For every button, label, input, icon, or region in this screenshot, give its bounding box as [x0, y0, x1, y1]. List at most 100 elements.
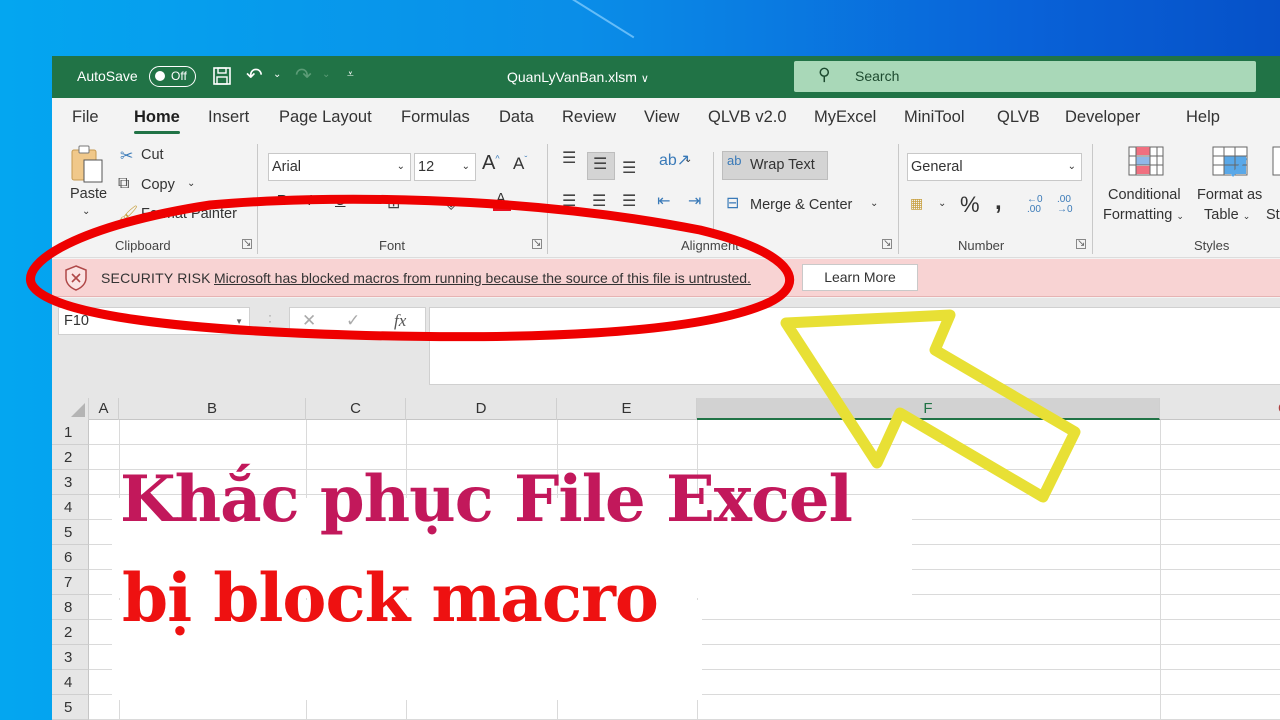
- row-header[interactable]: 3: [52, 470, 89, 495]
- number-launcher-icon[interactable]: ↘: [1076, 239, 1086, 249]
- insert-function-icon[interactable]: fx: [394, 311, 406, 331]
- column-header-g[interactable]: G: [1160, 398, 1280, 420]
- font-group-label: Font: [379, 238, 406, 253]
- alignment-launcher-icon[interactable]: ↘: [882, 239, 892, 249]
- undo-dropdown-icon[interactable]: ⌄: [273, 69, 281, 80]
- paste-button[interactable]: Paste: [70, 186, 107, 202]
- conditional-formatting-line1[interactable]: Conditional: [1108, 187, 1181, 203]
- search-icon: ⚲: [818, 65, 831, 84]
- row-header[interactable]: 2: [52, 620, 89, 645]
- tab-file[interactable]: File: [72, 108, 99, 127]
- tab-page-layout[interactable]: Page Layout: [279, 108, 372, 127]
- row-header[interactable]: 3: [52, 645, 89, 670]
- learn-more-button[interactable]: Learn More: [802, 264, 918, 291]
- redo-icon[interactable]: ↷: [295, 66, 312, 86]
- merge-center-button[interactable]: Merge & Center: [750, 197, 852, 213]
- tab-minitool[interactable]: MiniTool: [904, 108, 965, 127]
- column-header-f[interactable]: F: [697, 398, 1160, 420]
- redo-dropdown-icon[interactable]: ⌄: [322, 69, 330, 80]
- cancel-icon[interactable]: ✕: [302, 311, 316, 331]
- number-format-dropdown[interactable]: General ⌄: [907, 153, 1082, 181]
- italic-button[interactable]: I: [308, 193, 312, 209]
- customize-toolbar-icon[interactable]: ⩡: [347, 67, 354, 82]
- column-header-b[interactable]: B: [119, 398, 306, 420]
- tab-home[interactable]: Home: [134, 108, 180, 134]
- search-box[interactable]: ⚲ Search: [794, 61, 1256, 92]
- format-as-table-line2[interactable]: Table ⌄: [1204, 207, 1250, 223]
- formula-bar-resize-handle[interactable]: · · ·: [268, 309, 272, 333]
- row-header[interactable]: 2: [52, 445, 89, 470]
- merge-dropdown-icon[interactable]: ⌄: [870, 198, 878, 209]
- font-name-dropdown[interactable]: Arial ⌄: [268, 153, 411, 181]
- group-separator: [257, 144, 258, 254]
- enter-icon[interactable]: ✓: [346, 311, 360, 331]
- tab-developer[interactable]: Developer: [1065, 108, 1140, 127]
- row-header[interactable]: 5: [52, 695, 89, 720]
- align-left-icon[interactable]: ☰: [562, 191, 576, 211]
- decrease-font-size-button[interactable]: Aˇ: [513, 154, 527, 174]
- copy-button[interactable]: Copy: [141, 177, 175, 193]
- tab-qlvb[interactable]: QLVB: [997, 108, 1040, 127]
- align-center-icon[interactable]: ☰: [592, 191, 606, 211]
- name-box[interactable]: F10 ▼: [58, 307, 250, 335]
- tab-formulas[interactable]: Formulas: [401, 108, 470, 127]
- increase-font-size-button[interactable]: A^: [482, 152, 500, 175]
- cell-styles-button[interactable]: St: [1266, 207, 1280, 223]
- file-name[interactable]: QuanLyVanBan.xlsm ∨: [507, 69, 649, 85]
- align-bottom-icon[interactable]: ☰: [622, 158, 636, 178]
- font-color-button[interactable]: A: [493, 191, 511, 211]
- row-header[interactable]: 4: [52, 495, 89, 520]
- font-size-dropdown[interactable]: 12 ⌄: [414, 153, 476, 181]
- conditional-formatting-line2[interactable]: Formatting ⌄: [1103, 207, 1184, 223]
- tab-myexcel[interactable]: MyExcel: [814, 108, 876, 127]
- row-header[interactable]: 4: [52, 670, 89, 695]
- bold-button[interactable]: B: [277, 193, 287, 209]
- security-message-link[interactable]: Microsoft has blocked macros from runnin…: [214, 270, 751, 286]
- select-all-button[interactable]: [52, 398, 89, 420]
- chevron-down-icon: ∨: [640, 73, 649, 85]
- tab-view[interactable]: View: [644, 108, 679, 127]
- decrease-indent-icon[interactable]: ⇤: [657, 191, 670, 211]
- tab-help[interactable]: Help: [1186, 108, 1220, 127]
- fill-color-icon[interactable]: ◈: [445, 193, 457, 213]
- borders-icon[interactable]: ⊞: [387, 193, 400, 213]
- row-header[interactable]: 8: [52, 595, 89, 620]
- format-as-table-line1[interactable]: Format as: [1197, 187, 1262, 203]
- column-header-a[interactable]: A: [89, 398, 119, 420]
- percent-style-button[interactable]: %: [960, 192, 980, 218]
- column-header-c[interactable]: C: [306, 398, 406, 420]
- align-top-icon[interactable]: ☰: [562, 148, 576, 168]
- undo-icon[interactable]: ↶: [246, 66, 263, 86]
- orientation-dropdown-icon[interactable]: ⌄: [684, 154, 692, 165]
- autosave-toggle[interactable]: Off: [149, 66, 196, 87]
- comma-style-button[interactable]: ,: [995, 188, 1002, 216]
- tab-data[interactable]: Data: [499, 108, 534, 127]
- increase-indent-icon[interactable]: ⇥: [688, 191, 701, 211]
- clipboard-launcher-icon[interactable]: ↘: [242, 239, 252, 249]
- tab-review[interactable]: Review: [562, 108, 616, 127]
- merge-center-icon: ⊟: [726, 195, 740, 212]
- font-launcher-icon[interactable]: ↘: [532, 239, 542, 249]
- format-painter-button[interactable]: Format Painter: [141, 206, 237, 222]
- row-header[interactable]: 7: [52, 570, 89, 595]
- increase-decimal-button[interactable]: ←0.00: [1027, 195, 1043, 215]
- align-right-icon[interactable]: ☰: [622, 191, 636, 211]
- cut-icon: ✂: [120, 148, 134, 165]
- tab-insert[interactable]: Insert: [208, 108, 249, 127]
- accounting-format-icon[interactable]: ▦: [910, 195, 923, 212]
- row-header[interactable]: 5: [52, 520, 89, 545]
- save-icon[interactable]: [212, 66, 232, 90]
- paste-dropdown-icon[interactable]: ⌄: [82, 206, 90, 217]
- paste-icon[interactable]: [70, 144, 106, 189]
- row-header[interactable]: 6: [52, 545, 89, 570]
- accounting-dropdown-icon[interactable]: ⌄: [938, 198, 946, 209]
- copy-dropdown-icon[interactable]: ⌄: [187, 178, 195, 189]
- column-header-d[interactable]: D: [406, 398, 557, 420]
- cut-button[interactable]: Cut: [141, 147, 164, 163]
- row-header[interactable]: 1: [52, 420, 89, 445]
- decrease-decimal-button[interactable]: .00 →0: [1057, 195, 1073, 215]
- formula-input[interactable]: [429, 307, 1280, 385]
- underline-button[interactable]: U: [335, 193, 345, 209]
- tab-qlvb-v2[interactable]: QLVB v2.0: [708, 108, 787, 127]
- column-header-e[interactable]: E: [557, 398, 697, 420]
